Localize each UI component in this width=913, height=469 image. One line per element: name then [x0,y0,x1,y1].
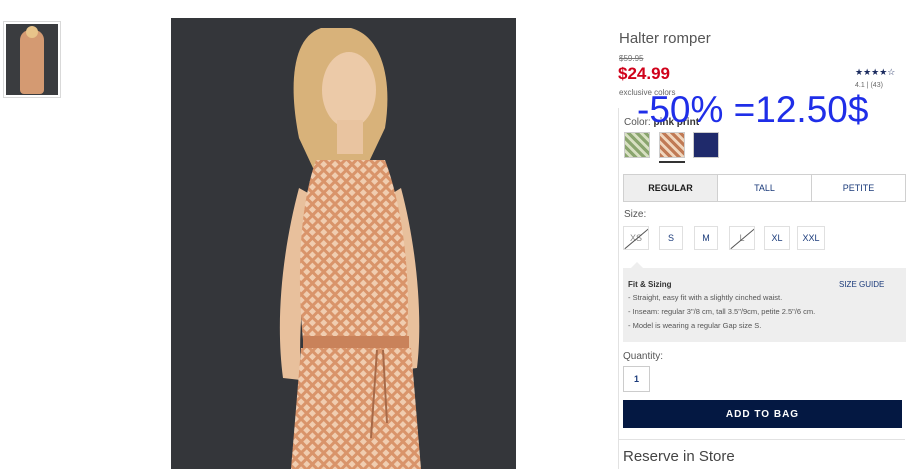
quantity-input[interactable]: 1 [623,366,650,392]
original-price: $59.95 [619,54,644,63]
fit-sizing-title: Fit & Sizing [628,280,672,289]
size-xxl-button[interactable]: XXL [797,226,825,250]
divider [619,439,905,440]
color-swatch-navy[interactable] [693,132,719,158]
rating-separator: | [866,82,869,89]
fit-selector: REGULAR TALL PETITE [623,174,906,202]
add-to-bag-button[interactable]: ADD TO BAG [623,400,902,428]
size-m-button[interactable]: M [694,226,718,250]
review-count: (43) [870,82,883,89]
fit-petite-button[interactable]: PETITE [812,175,905,201]
rating-stars-icon[interactable]: ★★★★☆ [855,67,895,78]
selected-swatch-indicator [659,161,685,163]
size-xs-button[interactable]: XS [623,226,649,250]
size-xl-button[interactable]: XL [764,226,790,250]
size-l-button[interactable]: L [729,226,755,250]
rating-summary[interactable]: 4.1 | (43) [855,82,883,89]
reserve-in-store-link[interactable]: Reserve in Store [623,448,735,465]
fit-bullet-1: - Straight, easy fit with a slightly cin… [628,293,783,302]
fit-tall-button[interactable]: TALL [718,175,812,201]
color-swatch-green[interactable] [624,132,650,158]
product-title: Halter romper [619,30,711,47]
color-swatch-pink[interactable] [659,132,685,158]
main-product-image [171,18,516,469]
sale-price: $24.99 [618,64,670,83]
rating-value: 4.1 [855,82,865,89]
fit-bullet-3: - Model is wearing a regular Gap size S. [628,321,762,330]
thumbnail-image [6,24,58,95]
discount-annotation: -50% =12.50$ [637,89,869,130]
size-label: Size: [624,209,647,220]
fit-regular-button[interactable]: REGULAR [624,175,718,201]
fit-bullet-2: - Inseam: regular 3"/8 cm, tall 3.5"/9cm… [628,307,816,316]
product-thumbnail[interactable] [3,21,61,98]
quantity-label: Quantity: [623,351,664,362]
size-s-button[interactable]: S [659,226,683,250]
size-guide-link[interactable]: SIZE GUIDE [839,280,884,289]
